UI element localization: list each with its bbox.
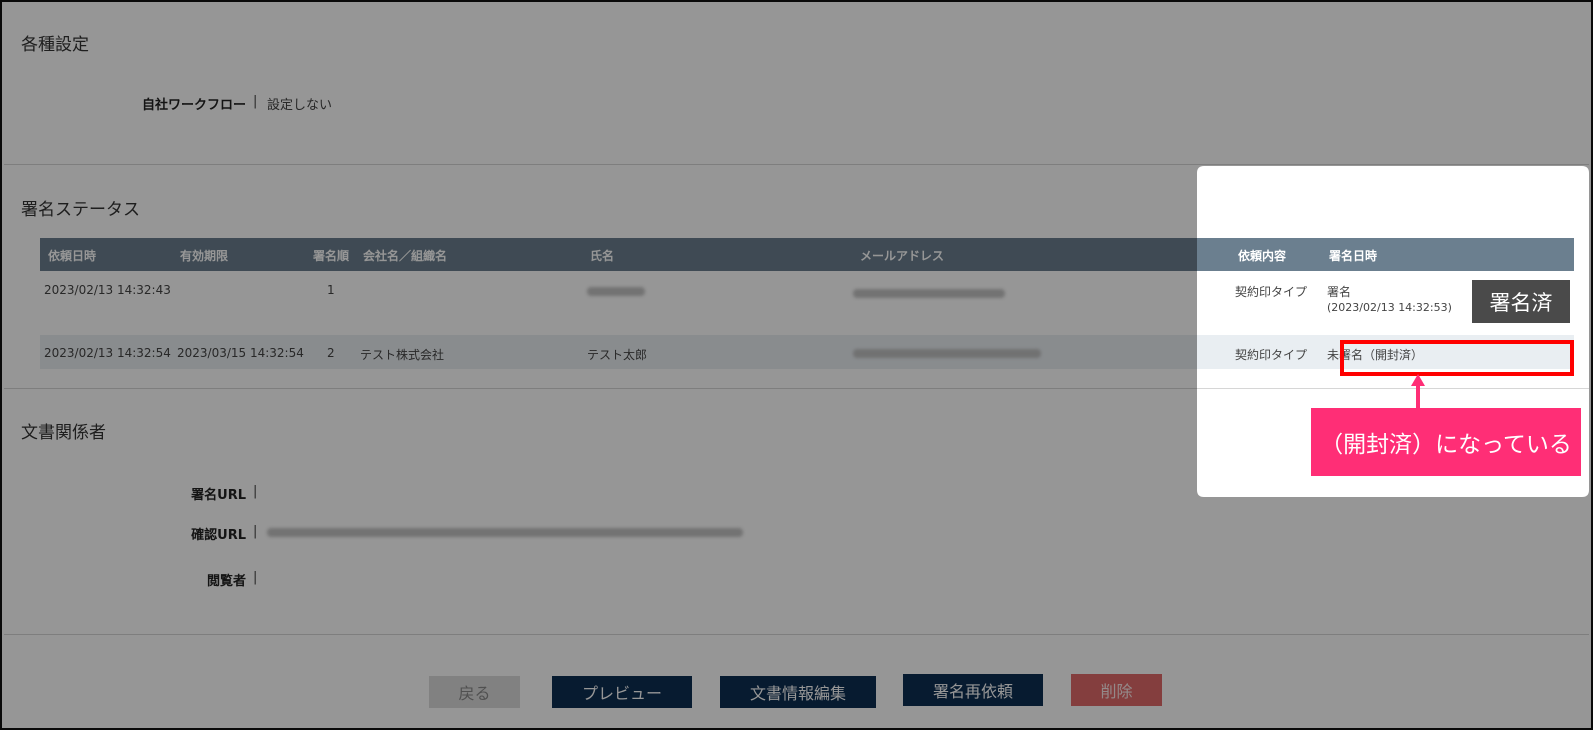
section-divider: [4, 634, 1589, 635]
expires-at: 2023/03/15 14:32:54: [177, 346, 304, 360]
company-name: テスト株式会社: [360, 348, 445, 362]
request-type: 契約印タイプ: [1235, 285, 1308, 299]
workflow-label: 自社ワークフロー: [141, 98, 246, 113]
col-name: 氏名: [590, 249, 615, 263]
col-request-type: 依頼内容: [1238, 249, 1287, 263]
confirm-url-redacted[interactable]: [267, 528, 743, 537]
sign-order: 1: [327, 283, 335, 297]
col-expires-at: 有効期限: [180, 249, 229, 263]
table-row: 2023/02/13 14:32:43 1 契約印タイプ 署名 (2023/02…: [40, 271, 1574, 335]
table-header: 依頼日時 有効期限 署名順 会社名／組織名 氏名 メールアドレス 依頼内容 署名…: [40, 238, 1574, 271]
signer-email-redacted: [853, 347, 1041, 361]
col-requested-at: 依頼日時: [48, 249, 97, 263]
viewer-separator: |: [253, 570, 258, 585]
col-company: 会社名／組織名: [363, 249, 448, 263]
up-arrow-icon: [1411, 374, 1425, 410]
sign-status: 署名: [1327, 285, 1352, 299]
signer-name-redacted: [587, 285, 645, 299]
signature-status-title: 署名ステータス: [21, 200, 140, 220]
delete-button[interactable]: 削除: [1071, 674, 1162, 706]
edit-document-info-button[interactable]: 文書情報編集: [720, 676, 876, 708]
workflow-separator: |: [253, 94, 258, 109]
highlight-box: [1340, 340, 1574, 376]
confirm-url-separator: |: [253, 524, 258, 539]
back-button[interactable]: 戻る: [429, 676, 520, 708]
signed-badge: 署名済: [1472, 280, 1570, 323]
section-divider: [4, 164, 1589, 165]
signer-name: テスト太郎: [587, 348, 648, 362]
signer-email-redacted: [853, 287, 1005, 301]
col-email: メールアドレス: [860, 249, 945, 263]
sign-order: 2: [327, 346, 335, 360]
preview-button[interactable]: プレビュー: [552, 676, 692, 708]
requested-at: 2023/02/13 14:32:43: [44, 283, 171, 297]
annotation-callout: （開封済）になっている: [1311, 408, 1581, 476]
viewer-label: 閲覧者: [206, 574, 246, 589]
sign-url-label: 署名URL: [191, 488, 246, 503]
workflow-value: 設定しない: [267, 98, 333, 113]
sign-url-separator: |: [253, 484, 258, 499]
section-divider: [4, 388, 1589, 389]
related-parties-title: 文書関係者: [21, 423, 106, 443]
confirm-url-label: 確認URL: [191, 528, 246, 543]
sign-date: (2023/02/13 14:32:53): [1327, 301, 1452, 314]
col-order: 署名順: [313, 249, 350, 263]
col-sign-date: 署名日時: [1329, 249, 1378, 263]
resend-sign-request-button[interactable]: 署名再依頼: [903, 674, 1043, 706]
requested-at: 2023/02/13 14:32:54: [44, 346, 171, 360]
request-type: 契約印タイプ: [1235, 348, 1308, 362]
settings-section-title: 各種設定: [21, 35, 89, 55]
